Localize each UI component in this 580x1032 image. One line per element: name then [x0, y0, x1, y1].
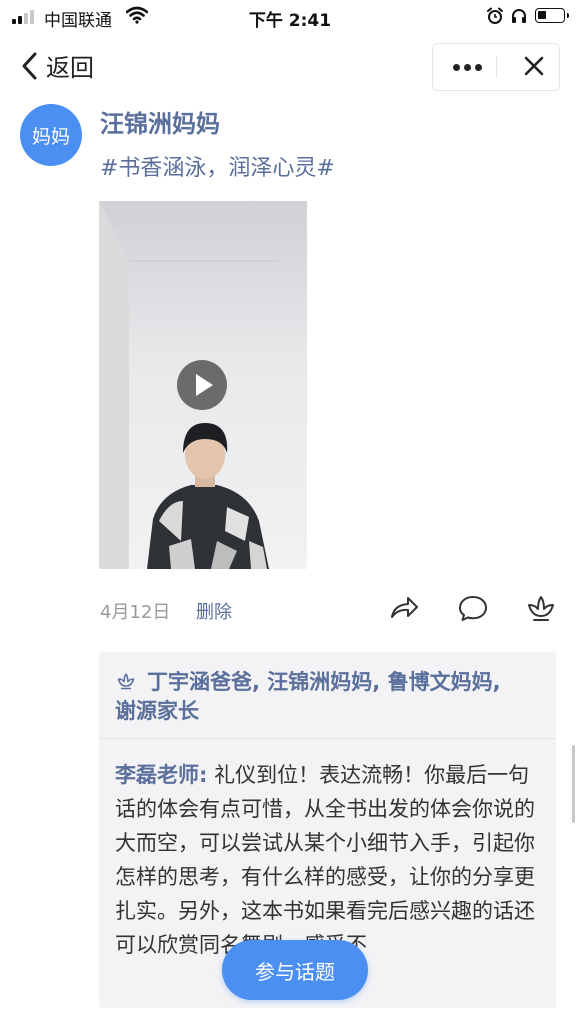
- back-label: 返回: [46, 54, 94, 82]
- post-date: 4月12日: [100, 602, 171, 623]
- battery-icon: [535, 8, 569, 23]
- comment-author[interactable]: 李磊老师:: [115, 763, 207, 787]
- comment-text: 礼仪到位！表达流畅！你最后一句话的体会有点可惜，从全书出发的体会你说的大而空，可…: [115, 763, 535, 957]
- alarm-icon: [486, 7, 504, 30]
- delete-link[interactable]: 删除: [196, 598, 232, 624]
- capsule-divider: [496, 56, 497, 78]
- chevron-left-icon: [22, 52, 37, 79]
- scrollbar[interactable]: [572, 745, 575, 823]
- likes-row: 丁宇涵爸爸, 汪锦洲妈妈, 鲁博文妈妈, 谢源家长: [115, 668, 525, 726]
- nav-bar: 返回: [0, 40, 580, 92]
- status-bar: 中国联通 下午 2:41: [0, 0, 580, 34]
- author-name[interactable]: 汪锦洲妈妈: [100, 104, 220, 139]
- video-thumbnail[interactable]: [99, 201, 307, 569]
- play-button[interactable]: [175, 358, 229, 412]
- likes-names[interactable]: 丁宇涵爸爸, 汪锦洲妈妈, 鲁博文妈妈, 谢源家长: [115, 670, 501, 723]
- join-topic-button[interactable]: 参与话题: [222, 940, 368, 1000]
- avatar[interactable]: 妈妈: [20, 104, 82, 166]
- back-button[interactable]: 返回: [20, 48, 94, 83]
- close-icon[interactable]: [523, 55, 545, 77]
- mini-program-capsule: [432, 43, 560, 91]
- play-icon: [196, 374, 213, 396]
- headphones-icon: [510, 7, 528, 30]
- topic-hashtag[interactable]: #书香涵泳，润泽心灵#: [100, 150, 335, 182]
- comment-item[interactable]: 李磊老师: 礼仪到位！表达流畅！你最后一句话的体会有点可惜，从全书出发的体会你说…: [115, 758, 539, 962]
- like-flower-icon: [117, 673, 135, 690]
- like-flower-icon[interactable]: [525, 592, 557, 624]
- divider: [99, 738, 556, 739]
- more-dots-icon[interactable]: [453, 64, 482, 71]
- share-icon[interactable]: [388, 592, 420, 624]
- comment-icon[interactable]: [457, 592, 489, 624]
